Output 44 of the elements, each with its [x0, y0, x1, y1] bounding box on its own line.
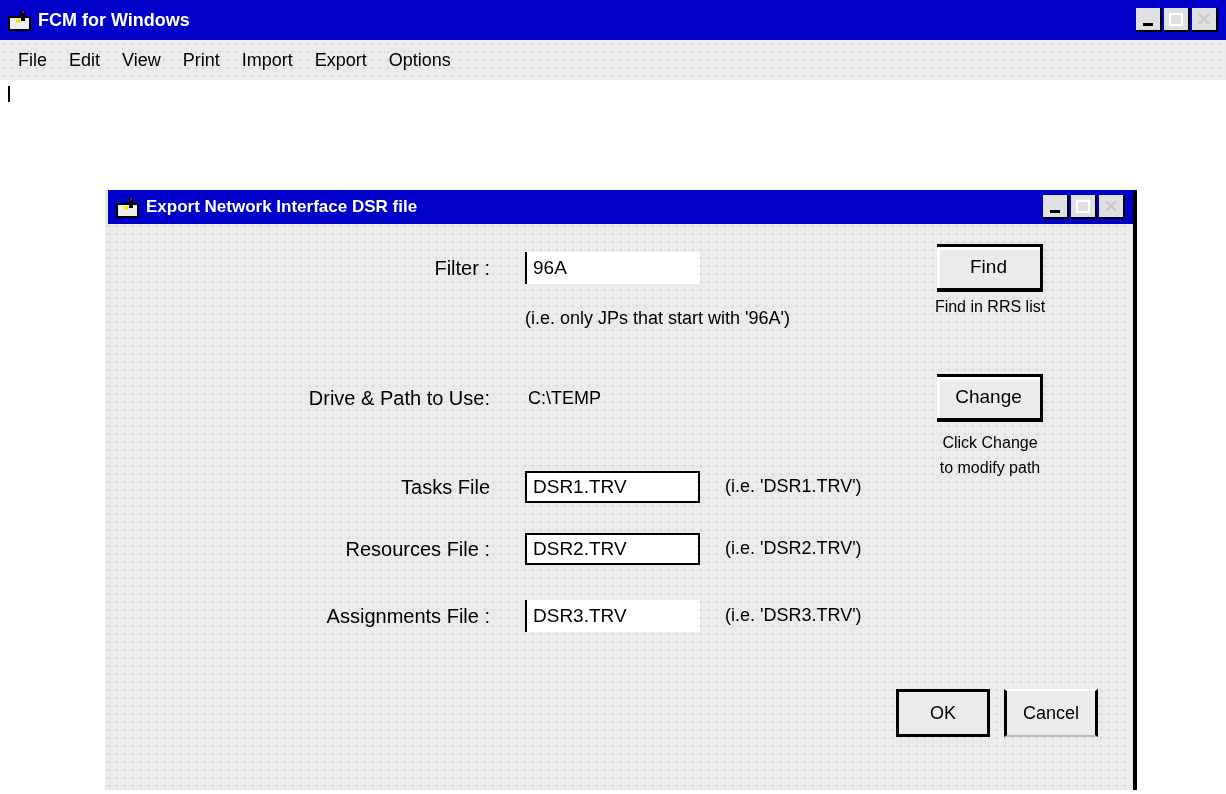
- close-icon: [1198, 13, 1210, 25]
- hint-text: (i.e. 'DSR2.TRV'): [725, 537, 863, 560]
- minimize-icon: [1143, 22, 1153, 26]
- cancel-button[interactable]: Cancel: [1004, 689, 1098, 737]
- input-field[interactable]: DSR3.TRV: [525, 599, 700, 632]
- close-icon: [1105, 200, 1117, 212]
- app-icon: [116, 196, 140, 218]
- note-text: Find in RRS list: [933, 297, 1047, 317]
- field-label: Resources File :: [344, 536, 490, 562]
- app-icon: [8, 9, 32, 31]
- minimize-icon: [1050, 209, 1060, 213]
- input-field[interactable]: 96A: [525, 252, 700, 284]
- menu-item[interactable]: View: [122, 46, 161, 74]
- hint-text: (i.e. 'DSR3.TRV'): [725, 604, 863, 627]
- menu-item[interactable]: Options: [388, 46, 451, 74]
- menu-item[interactable]: Export: [314, 46, 367, 74]
- menu-item[interactable]: Edit: [69, 46, 101, 74]
- ok-button[interactable]: OK: [896, 689, 990, 737]
- field-label: Drive & Path to Use:: [307, 386, 490, 411]
- close-button[interactable]: [1192, 8, 1218, 32]
- hint-text: (i.e. 'DSR1.TRV'): [725, 475, 863, 498]
- close-button[interactable]: [1099, 195, 1125, 219]
- menu-item[interactable]: File: [18, 46, 47, 74]
- input-field[interactable]: DSR1.TRV: [525, 470, 700, 503]
- maximize-button[interactable]: [1071, 195, 1097, 219]
- field-label: Filter :: [433, 256, 490, 281]
- note-text: Click Change to modify path: [938, 433, 1042, 478]
- minimize-button[interactable]: [1136, 8, 1162, 32]
- minimize-button[interactable]: [1043, 195, 1069, 219]
- maximize-icon: [1169, 12, 1183, 26]
- dialog-title: Export Network Interface DSR file: [146, 196, 418, 219]
- field-label: Tasks File: [400, 474, 490, 500]
- input-field[interactable]: DSR2.TRV: [525, 532, 700, 565]
- find-button[interactable]: Find: [937, 244, 1043, 292]
- path-value: C:\TEMP: [528, 386, 602, 410]
- text-cursor: [8, 86, 10, 102]
- menu-item[interactable]: Import: [241, 46, 293, 74]
- window-title: FCM for Windows: [38, 8, 190, 32]
- hint-text: (i.e. only JPs that start with '96A'): [525, 306, 791, 330]
- change-button[interactable]: Change: [937, 374, 1043, 422]
- menu-item[interactable]: Print: [182, 46, 220, 74]
- maximize-icon: [1076, 199, 1090, 213]
- maximize-button[interactable]: [1164, 8, 1190, 32]
- field-label: Assignments File :: [325, 603, 490, 629]
